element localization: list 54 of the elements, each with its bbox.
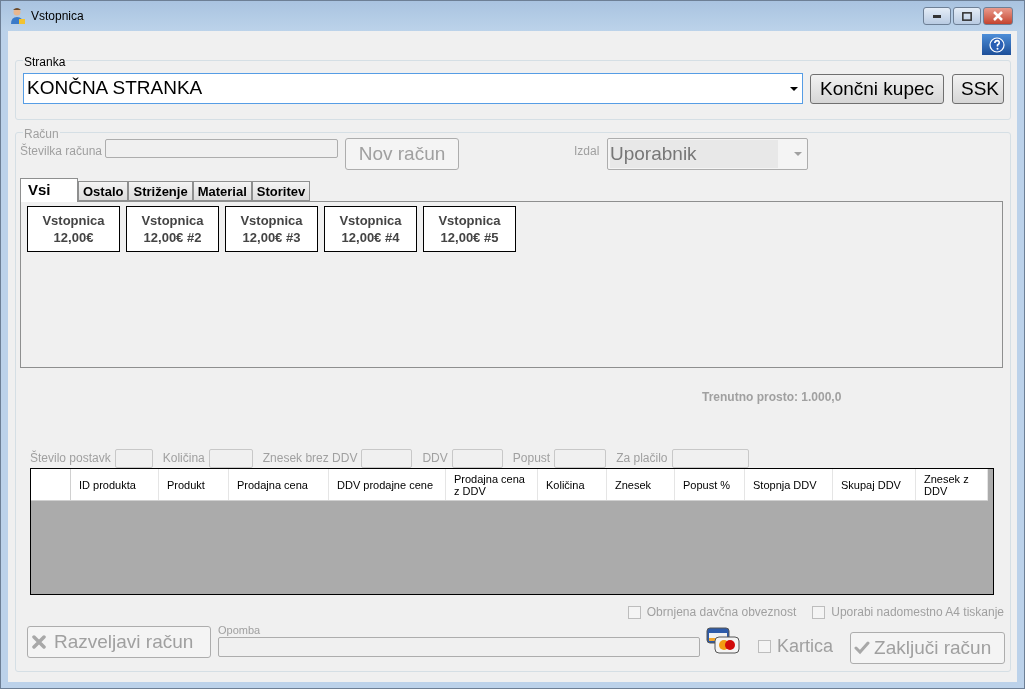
checkbox-label: Uporabi nadomestno A4 tiskanje [831,604,1004,621]
checkbox-label: Obrnjena davčna obveznost [646,604,797,621]
minimize-icon [933,14,941,18]
invoice-number-field[interactable] [105,139,338,158]
capacity-text: Trenutno prosto: 1.000,0 [702,389,842,402]
field-label: Znesek brez DDV [262,450,358,467]
column-header[interactable]: Količina [538,469,607,500]
customer-combo-box[interactable]: KONČNA STRANKA [23,73,803,104]
minimize-button[interactable] [923,7,951,25]
maximize-icon [962,11,972,21]
person-icon [10,7,26,25]
column-header[interactable]: Skupaj DDV [833,469,916,500]
column-header[interactable]: Produkt [159,469,229,500]
product-button[interactable]: Vstopnica 12,00€ #3 [225,206,318,252]
payment-cards-icon [706,627,740,654]
checkbox-label: Kartica [777,635,834,658]
product-button[interactable]: Vstopnica 12,00€ #4 [324,206,417,252]
close-icon [993,11,1003,21]
tab[interactable]: Material [192,181,252,201]
customer-button[interactable]: Končni kupec [810,74,944,104]
column-header[interactable]: Znesek [607,469,675,500]
field-label: Številka računa [20,142,104,160]
issuer-combo-box[interactable]: Uporabnik [607,138,808,170]
note-field[interactable] [218,637,700,657]
checkmark-icon [854,641,871,655]
column-header[interactable]: Znesek z DDV [916,469,988,500]
close-icon [32,635,46,649]
field-label: Količina [162,450,205,467]
column-header[interactable]: ID produkta [71,469,159,500]
field-label: DDV [422,450,448,467]
column-header[interactable]: Popust % [675,469,745,500]
product-button[interactable]: Vstopnica 12,00€ #5 [423,206,516,252]
product-button[interactable]: Vstopnica 12,00€ [27,206,120,252]
window-title: Vstopnica [31,8,84,25]
field-label: Opomba [218,624,262,637]
field-label: Izdal [574,143,601,160]
column-header[interactable]: Stopnja DDV [745,469,833,500]
customer-button[interactable]: SSK [952,74,1004,104]
tab[interactable]: Vsi [20,178,78,202]
field-label: Za plačilo [616,450,668,467]
close-button[interactable] [983,7,1013,25]
tab[interactable]: Storitev [251,181,311,201]
field-label: Število postavk [30,449,111,467]
help-button[interactable] [982,34,1011,55]
column-header[interactable]: Prodajna cena [229,469,329,500]
column-header[interactable]: DDV prodajne cene [329,469,446,500]
dropdown-arrow-icon [790,86,798,91]
tab[interactable]: Striženje [128,181,193,201]
field-label: Popust [512,450,551,467]
tab[interactable]: Ostalo [78,181,129,201]
maximize-button[interactable] [953,7,981,25]
dropdown-arrow-icon [794,152,802,156]
column-header[interactable]: Prodajna cena z DDV [446,469,538,500]
product-button[interactable]: Vstopnica 12,00€ #2 [126,206,219,252]
